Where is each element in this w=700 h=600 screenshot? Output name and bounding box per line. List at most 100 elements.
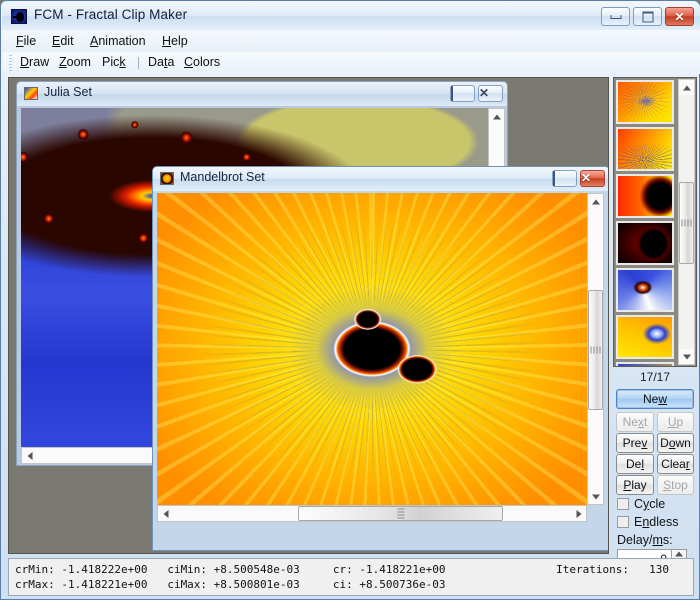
menu-bar: File Edit Animation Help [2,30,700,52]
chevron-up-icon [492,114,501,119]
minimize-button[interactable] [601,7,630,26]
fractal-app-icon [11,9,27,24]
mandelbrot-vertical-scrollbar[interactable] [587,193,604,505]
endless-label: Endless [634,515,679,529]
clear-button[interactable]: Clear [657,454,694,474]
julia-minimize-button[interactable] [450,85,475,102]
toolbar-item-zoom[interactable]: Zoom [59,55,91,69]
title-bar: FCM - Fractal Clip Maker ✕ [2,2,700,30]
mandelbrot-window-controls: ✕ [552,170,605,187]
minimize-icon [553,171,555,186]
stop-button[interactable]: Stop [657,475,694,495]
close-button[interactable]: ✕ [665,7,694,26]
prev-button[interactable]: Prev [616,433,654,453]
chevron-up-icon [682,85,691,90]
chevron-up-icon [675,551,683,557]
cycle-checkbox-row[interactable]: Cycle [617,497,665,511]
thumbnail-2[interactable] [616,127,674,171]
thumbnail-scroll-thumb[interactable] [679,182,694,264]
julia-window-controls: ✕ [450,85,503,102]
maximize-button[interactable] [633,7,662,26]
endless-checkbox[interactable] [617,516,629,528]
mandelbrot-scroll-right-button[interactable] [571,506,586,521]
stop-button-label: Stop [663,478,688,492]
new-button-label: New [642,392,667,406]
mandelbrot-hscroll-thumb[interactable] [298,506,503,521]
mandelbrot-vscroll-thumb[interactable] [588,290,603,410]
scroll-grip-icon [590,346,601,354]
mandelbrot-minimize-button[interactable] [552,170,577,187]
mandelbrot-canvas[interactable] [157,193,587,505]
cycle-checkbox[interactable] [617,498,629,510]
toolbar-separator [138,57,139,69]
mandelbrot-window-title: Mandelbrot Set [180,170,265,184]
next-button-label: Next [622,415,648,429]
maximize-icon [642,11,653,22]
animation-panel: 17/17 New Next Up Prev Down Del Clear Pl… [613,77,697,569]
iterations-label: Iterations: [556,563,629,576]
clear-button-label: Clear [661,457,690,471]
mdi-client-area: Julia Set ✕ Mandelbrot Set ✕ [8,77,609,554]
iterations-value: 130 [649,563,669,576]
status-line-1: crMin: -1.418222e+00 ciMin: +8.500548e-0… [15,563,446,576]
julia-title-bar[interactable]: Julia Set ✕ [17,82,507,106]
del-button-label: Del [625,457,644,471]
thumbnail-list[interactable] [613,77,697,367]
julia-window-title: Julia Set [44,85,92,99]
toolbar-item-pick[interactable]: Pick [102,55,126,69]
thumbnail-scrollbar[interactable] [678,79,695,365]
toolbar-item-colors[interactable]: Colors [184,55,220,69]
thumbnail-scroll-down-button[interactable] [679,349,694,364]
mandelbrot-horizontal-scrollbar[interactable] [157,505,587,522]
up-button[interactable]: Up [657,412,694,432]
menu-item-animation[interactable]: Animation [84,33,152,49]
menu-item-help[interactable]: Help [156,33,194,49]
down-button-label: Down [660,436,691,450]
status-bar: crMin: -1.418222e+00 ciMin: +8.500548e-0… [8,558,694,596]
frame-counter: 17/17 [639,370,671,384]
mandelbrot-title-bar[interactable]: Mandelbrot Set ✕ [153,167,608,191]
cycle-label: Cycle [634,497,666,511]
mandelbrot-scroll-up-button[interactable] [588,194,603,209]
tool-bar: Draw Zoom Pick Data Colors [2,52,700,74]
scroll-grip-icon [397,508,404,519]
thumbnail-5[interactable] [616,268,674,312]
chevron-right-icon [576,509,581,518]
play-button[interactable]: Play [616,475,654,495]
toolbar-grip[interactable] [9,55,12,71]
down-button[interactable]: Down [657,433,694,453]
application-window: FCM - Fractal Clip Maker ✕ File Edit Ani… [0,0,700,600]
thumbnail-1[interactable] [616,80,674,124]
new-button[interactable]: New [616,389,694,409]
julia-scroll-up-button[interactable] [489,109,504,124]
mandelbrot-scroll-left-button[interactable] [158,506,173,521]
mandelbrot-window-icon [160,172,174,185]
thumbnail-7[interactable] [616,362,674,366]
toolbar-item-data[interactable]: Data [148,55,174,69]
chevron-up-icon [591,199,600,204]
endless-checkbox-row[interactable]: Endless [617,515,678,529]
child-window-mandelbrot[interactable]: Mandelbrot Set ✕ [152,166,608,551]
del-button[interactable]: Del [616,454,654,474]
toolbar-item-draw[interactable]: Draw [20,55,49,69]
thumbnail-3[interactable] [616,174,674,218]
thumbnail-4[interactable] [616,221,674,265]
menu-item-edit[interactable]: Edit [46,33,80,49]
mandelbrot-close-button[interactable]: ✕ [580,170,605,187]
chevron-down-icon [682,354,691,359]
menu-item-file[interactable]: File [10,33,42,49]
chevron-down-icon [591,494,600,499]
mandelbrot-scroll-down-button[interactable] [588,489,603,504]
thumbnail-6[interactable] [616,315,674,359]
up-button-label: Up [667,415,684,429]
main-frame: FCM - Fractal Clip Maker ✕ File Edit Ani… [0,0,700,600]
prev-button-label: Prev [622,436,648,450]
julia-close-button[interactable]: ✕ [478,85,503,102]
next-button[interactable]: Next [616,412,654,432]
minimize-icon [610,14,621,19]
thumbnail-scroll-up-button[interactable] [679,80,694,95]
chevron-left-icon [27,451,32,460]
julia-scroll-left-button[interactable] [22,448,37,463]
chevron-left-icon [163,509,168,518]
julia-window-icon [24,87,38,100]
